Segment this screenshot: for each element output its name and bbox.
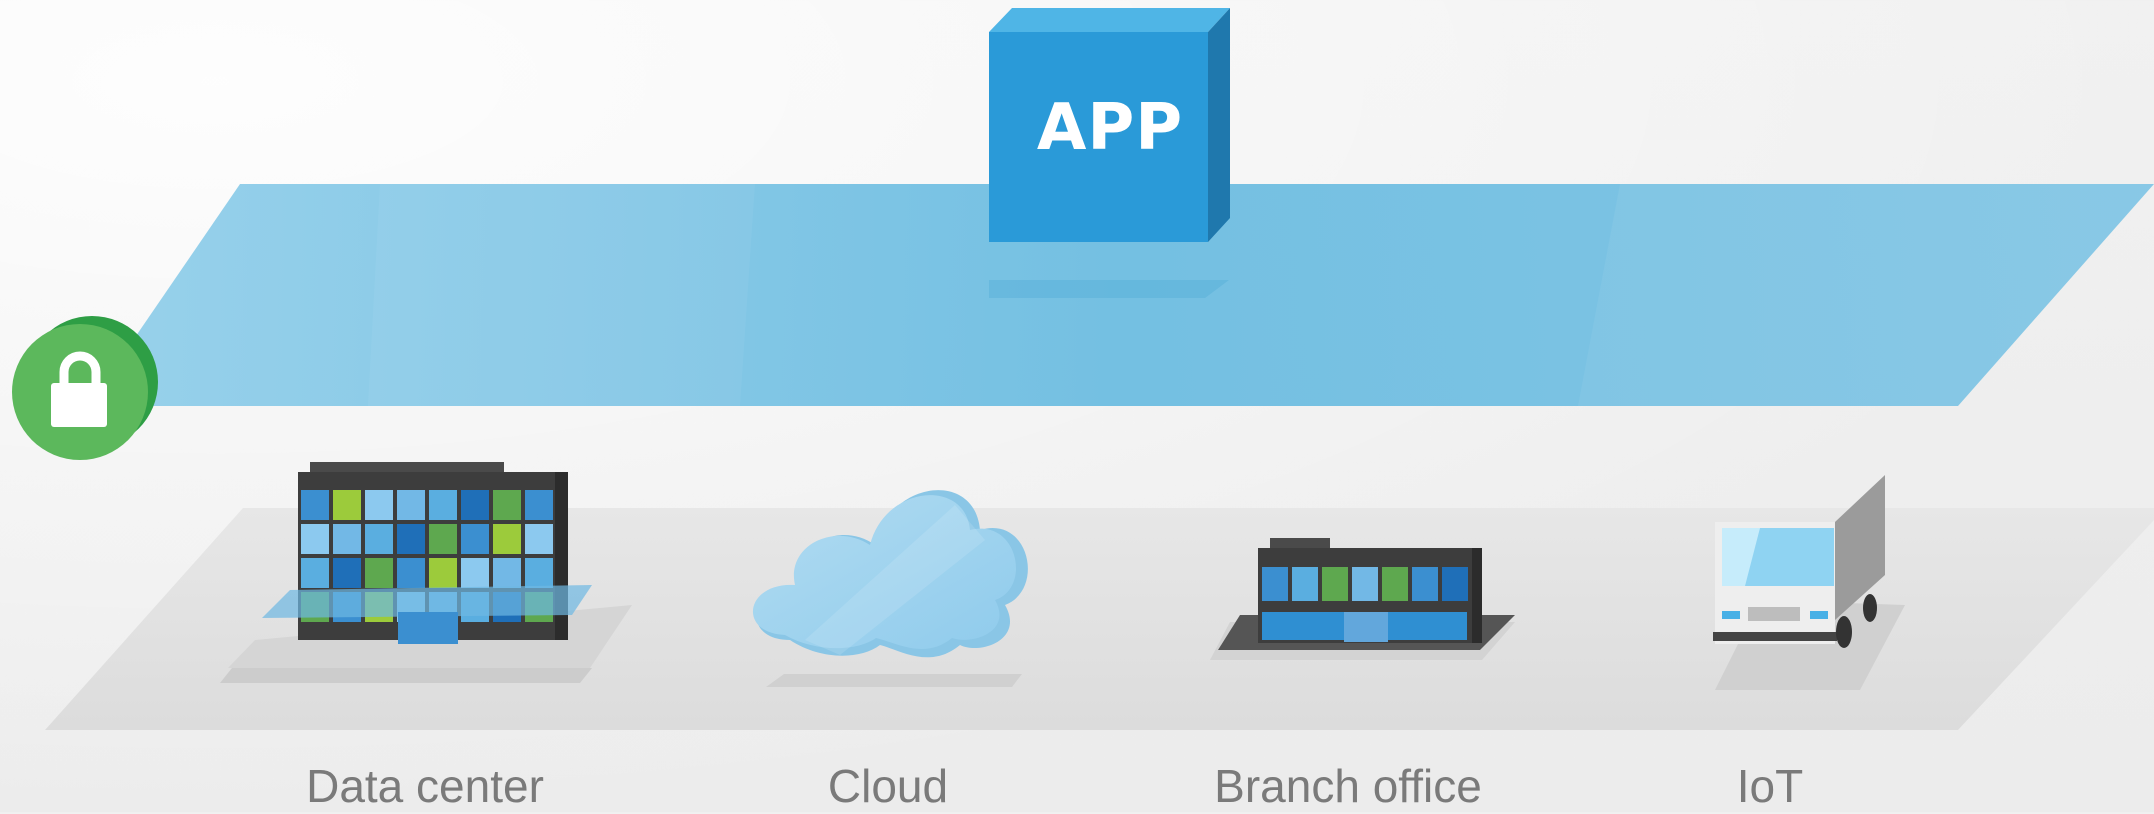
building-window — [1412, 567, 1438, 601]
building-window — [493, 524, 521, 554]
building-window — [1352, 567, 1378, 601]
building-window — [365, 490, 393, 520]
building-window — [429, 490, 457, 520]
site-label-iot: IoT — [1736, 760, 1804, 812]
site-label-branch-office: Branch office — [1214, 760, 1482, 812]
building-window — [397, 558, 425, 588]
building-window — [1262, 567, 1288, 601]
building-window — [301, 558, 329, 588]
site-label-data-center: Data center — [306, 760, 544, 812]
building-window — [429, 524, 457, 554]
building-window — [397, 524, 425, 554]
app-label: APP — [1036, 91, 1184, 165]
building-window — [461, 490, 489, 520]
building-window — [461, 558, 489, 588]
building-window — [493, 490, 521, 520]
building-window — [365, 558, 393, 588]
building-window — [365, 524, 393, 554]
site-label-cloud: Cloud — [827, 760, 949, 812]
building-window — [301, 490, 329, 520]
building-window — [333, 490, 361, 520]
building-window — [301, 524, 329, 554]
building-window — [493, 558, 521, 588]
building-window — [1382, 567, 1408, 601]
building-window — [525, 558, 553, 588]
building-window — [397, 490, 425, 520]
building-window — [525, 524, 553, 554]
building-window — [429, 558, 457, 588]
building-window — [1442, 567, 1468, 601]
building-window — [1322, 567, 1348, 601]
building-window — [525, 490, 553, 520]
building-window — [333, 558, 361, 588]
building-window — [1292, 567, 1318, 601]
building-window — [461, 524, 489, 554]
building-window — [333, 524, 361, 554]
